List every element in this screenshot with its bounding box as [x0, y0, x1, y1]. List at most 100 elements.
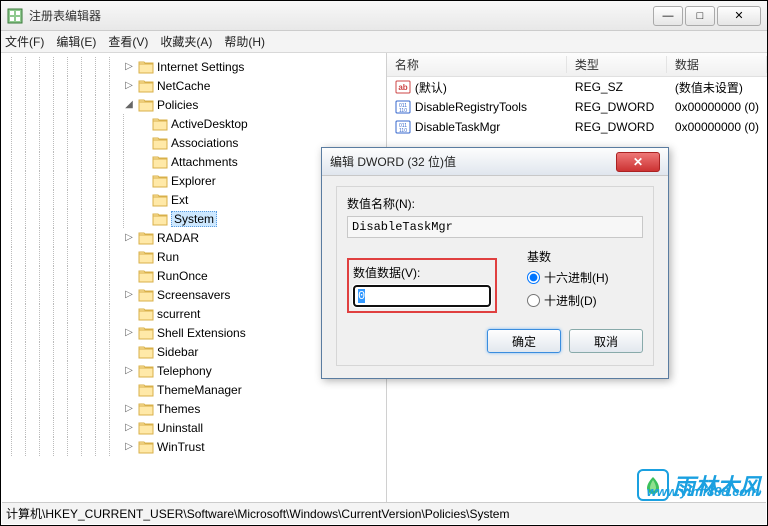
tree-item-label: WinTrust	[157, 440, 205, 454]
folder-icon	[138, 326, 154, 340]
tree-item[interactable]: ThemeManager	[11, 380, 386, 399]
dialog-buttons: 确定 取消	[347, 329, 643, 353]
tree-item[interactable]: ▷ WinTrust	[11, 437, 386, 456]
regedit-icon	[7, 8, 23, 24]
radio-dec-input[interactable]	[527, 294, 540, 307]
tree-toggle-icon[interactable]: ▷	[123, 61, 135, 72]
folder-icon	[152, 136, 168, 150]
folder-icon	[138, 440, 154, 454]
window-title: 注册表编辑器	[29, 7, 653, 24]
tree-toggle-icon[interactable]: ▷	[123, 80, 135, 91]
tree-toggle-icon[interactable]: ▷	[123, 327, 135, 338]
tree-item[interactable]: ▷NetCache	[11, 76, 386, 95]
tree-item-label: Ext	[171, 193, 188, 207]
folder-icon	[138, 307, 154, 321]
folder-icon	[138, 269, 154, 283]
tree-item-label: ThemeManager	[157, 383, 242, 397]
tree-item-label: ActiveDesktop	[171, 117, 248, 131]
dialog-fieldset: 数值名称(N): DisableTaskMgr 数值数据(V): 基数 十六进制…	[336, 186, 654, 366]
radio-hex-label: 十六进制(H)	[544, 269, 609, 286]
statusbar: 计算机\HKEY_CURRENT_USER\Software\Microsoft…	[2, 502, 766, 524]
maximize-button[interactable]: □	[685, 6, 715, 26]
tree-toggle-icon[interactable]: ▷	[123, 403, 135, 414]
tree-item-label: Uninstall	[157, 421, 203, 435]
list-row[interactable]: ab(默认)REG_SZ(数值未设置)	[387, 77, 767, 97]
tree-item[interactable]: ▷ Themes	[11, 399, 386, 418]
value-data-label: 数值数据(V):	[353, 264, 491, 281]
tree-toggle-icon[interactable]: ▷	[123, 422, 135, 433]
tree-item-label: Telephony	[157, 364, 212, 378]
cell-type: REG_SZ	[567, 80, 667, 94]
col-name[interactable]: 名称	[387, 56, 567, 73]
radio-hex-input[interactable]	[527, 271, 540, 284]
svg-text:110: 110	[399, 108, 407, 114]
folder-icon	[138, 79, 154, 93]
svg-text:110: 110	[399, 128, 407, 134]
dialog-close-button[interactable]: ✕	[616, 152, 660, 172]
cancel-button[interactable]: 取消	[569, 329, 643, 353]
folder-icon	[138, 98, 154, 112]
close-button[interactable]: ✕	[717, 6, 761, 26]
tree-item[interactable]: ▷ Uninstall	[11, 418, 386, 437]
tree-item-label: scurrent	[157, 307, 200, 321]
folder-icon	[152, 193, 168, 207]
list-header: 名称 类型 数据	[387, 53, 767, 77]
tree-item-label: Shell Extensions	[157, 326, 246, 340]
tree-toggle-icon[interactable]: ▷	[123, 365, 135, 376]
tree-item-label: Run	[157, 250, 179, 264]
cell-name: ab(默认)	[387, 79, 567, 96]
tree-item-label: Internet Settings	[157, 60, 244, 74]
tree-toggle-icon[interactable]: ▷	[123, 232, 135, 243]
menu-edit[interactable]: 编辑(E)	[56, 33, 96, 50]
tree-item[interactable]: ◢Policies	[11, 95, 386, 114]
menu-view[interactable]: 查看(V)	[108, 33, 148, 50]
cell-data: 0x00000000 (0)	[667, 100, 767, 114]
col-data[interactable]: 数据	[667, 56, 767, 73]
radio-hex[interactable]: 十六进制(H)	[527, 269, 609, 286]
tree-item-label: Associations	[171, 136, 238, 150]
tree-item-label: Screensavers	[157, 288, 230, 302]
titlebar: 注册表编辑器 — □ ✕	[1, 1, 767, 31]
tree-item[interactable]: ActiveDesktop	[11, 114, 386, 133]
tree-item-label: Explorer	[171, 174, 216, 188]
tree-item-label: System	[171, 211, 217, 227]
list-row[interactable]: 011110DisableTaskMgrREG_DWORD0x00000000 …	[387, 117, 767, 137]
menu-file[interactable]: 文件(F)	[5, 33, 44, 50]
folder-icon	[152, 212, 168, 226]
window-buttons: — □ ✕	[653, 6, 761, 26]
dialog-title-text: 编辑 DWORD (32 位)值	[330, 153, 616, 170]
folder-icon	[138, 364, 154, 378]
menu-help[interactable]: 帮助(H)	[224, 33, 265, 50]
ok-button[interactable]: 确定	[487, 329, 561, 353]
folder-icon	[138, 250, 154, 264]
list-body: ab(默认)REG_SZ(数值未设置)011110DisableRegistry…	[387, 77, 767, 137]
status-path: 计算机\HKEY_CURRENT_USER\Software\Microsoft…	[6, 505, 509, 522]
cell-data: 0x00000000 (0)	[667, 120, 767, 134]
folder-icon	[138, 231, 154, 245]
value-data-input[interactable]	[353, 285, 491, 307]
cell-name: 011110DisableTaskMgr	[387, 119, 567, 135]
tree-toggle-icon[interactable]: ▷	[123, 441, 135, 452]
tree-item-label: Sidebar	[157, 345, 198, 359]
menu-favorites[interactable]: 收藏夹(A)	[160, 33, 212, 50]
svg-text:ab: ab	[398, 83, 407, 92]
tree-item-label: RunOnce	[157, 269, 208, 283]
folder-icon	[138, 421, 154, 435]
col-type[interactable]: 类型	[567, 56, 667, 73]
radio-dec[interactable]: 十进制(D)	[527, 292, 609, 309]
folder-icon	[152, 117, 168, 131]
folder-icon	[138, 288, 154, 302]
cell-data: (数值未设置)	[667, 79, 767, 96]
tree-item-label: Attachments	[171, 155, 238, 169]
value-name-label: 数值名称(N):	[347, 195, 643, 212]
dialog-titlebar[interactable]: 编辑 DWORD (32 位)值 ✕	[322, 148, 668, 176]
cell-type: REG_DWORD	[567, 100, 667, 114]
tree-toggle-icon[interactable]: ▷	[123, 289, 135, 300]
minimize-button[interactable]: —	[653, 6, 683, 26]
tree-toggle-icon[interactable]: ◢	[123, 99, 135, 110]
value-name-input: DisableTaskMgr	[347, 216, 643, 238]
list-row[interactable]: 011110DisableRegistryToolsREG_DWORD0x000…	[387, 97, 767, 117]
folder-icon	[138, 383, 154, 397]
tree-item-label: Themes	[157, 402, 200, 416]
tree-item[interactable]: ▷ Internet Settings	[11, 57, 386, 76]
